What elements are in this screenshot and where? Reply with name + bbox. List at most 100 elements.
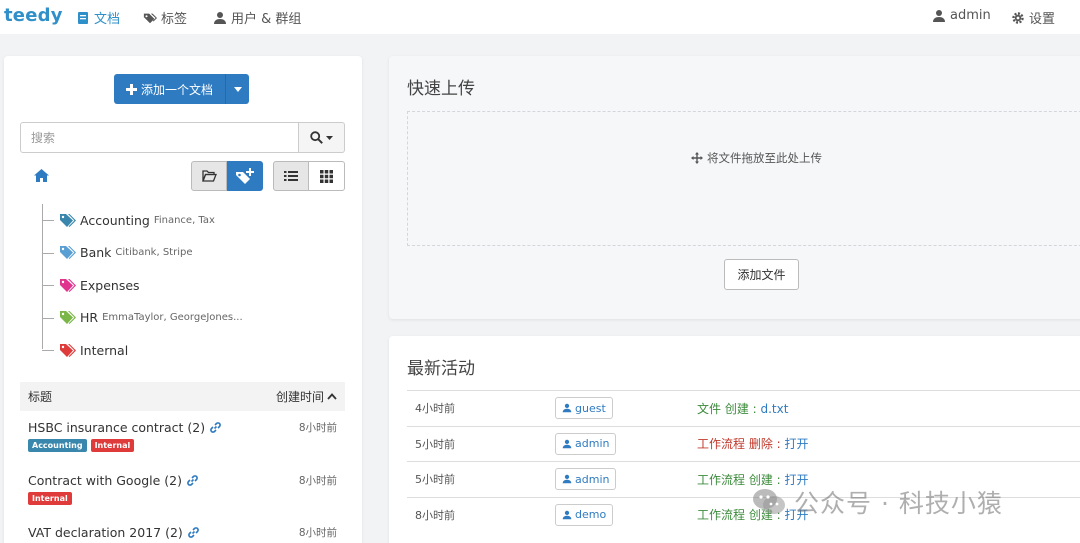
nav-user-account[interactable]: admin: [932, 8, 991, 23]
nav-documents-label: 文档: [94, 12, 121, 27]
search-bar: [20, 122, 345, 153]
tag-add-icon: [235, 168, 254, 184]
tag-item-bank[interactable]: Bank Citibank, Stripe: [38, 237, 338, 270]
caret-down-icon: [326, 135, 333, 140]
document-title: Contract with Google (2): [28, 473, 182, 488]
document-title: VAT declaration 2017 (2): [28, 525, 183, 540]
add-document-button[interactable]: 添加一个文档: [114, 74, 227, 104]
nav-username: admin: [950, 8, 991, 23]
link-icon: [210, 422, 221, 433]
tree-mode-toggle: [191, 161, 263, 191]
activity-time: 4小时前: [415, 402, 455, 416]
tag-icon: [60, 213, 76, 227]
user-chip[interactable]: admin: [555, 468, 617, 491]
document-row[interactable]: HSBC insurance contract (2) 8小时前 Account…: [20, 420, 345, 452]
link-icon: [187, 527, 199, 538]
nav-settings-label: 设置: [1029, 12, 1056, 27]
tag-name: Expenses: [80, 277, 140, 293]
document-created-time: 8小时前: [298, 422, 337, 434]
document-title: HSBC insurance contract (2): [28, 420, 206, 435]
tags-icon: [143, 13, 157, 23]
grid-view-button[interactable]: [309, 161, 345, 191]
list-icon: [284, 171, 298, 181]
file-dropzone[interactable]: 将文件拖放至此处上传: [407, 111, 1080, 246]
nav-users-groups-label: 用户 & 群组: [231, 12, 302, 27]
tag-item-expenses[interactable]: Expenses: [38, 269, 338, 302]
chevron-up-icon: [327, 393, 337, 400]
sidebar-panel: 添加一个文档 Accounting: [4, 56, 362, 543]
user-chip-name: admin: [575, 437, 610, 451]
user-chip[interactable]: admin: [555, 432, 617, 455]
user-chip[interactable]: guest: [555, 397, 613, 420]
tag-item-internal[interactable]: Internal: [38, 334, 338, 367]
list-mode-toggle: [273, 161, 345, 191]
search-input[interactable]: [20, 122, 299, 153]
document-row[interactable]: VAT declaration 2017 (2) 8小时前: [20, 525, 345, 540]
add-document-dropdown-toggle[interactable]: [226, 74, 250, 104]
link-icon: [187, 475, 198, 486]
user-icon: [214, 11, 226, 24]
activity-time: 5小时前: [415, 473, 455, 487]
tag-badge: Internal: [28, 492, 72, 505]
activity-row: 5小时前 admin 工作流程 删除 : 打开: [407, 425, 1080, 462]
user-chip[interactable]: demo: [555, 503, 614, 526]
activity-row: 4小时前 guest 文件 创建 : d.txt: [407, 390, 1080, 426]
quick-upload-panel: 快速上传 将文件拖放至此处上传 添加文件: [389, 56, 1080, 319]
nav-documents[interactable]: 文档: [76, 8, 120, 27]
document-list-header: 标题 创建时间: [20, 382, 345, 411]
tag-item-accounting[interactable]: Accounting Finance, Tax: [38, 204, 338, 237]
nav-users-groups[interactable]: 用户 & 群组: [213, 8, 301, 27]
user-icon: [562, 510, 572, 520]
folder-view-button[interactable]: [191, 161, 227, 191]
home-icon[interactable]: [34, 169, 49, 182]
tag-icon: [60, 311, 76, 325]
nav-tags-label: 标签: [161, 12, 188, 27]
search-options-button[interactable]: [299, 122, 345, 153]
list-view-button[interactable]: [273, 161, 309, 191]
activity-description: 文件 创建 : d.txt: [697, 400, 788, 417]
nav-settings[interactable]: 设置: [1011, 8, 1055, 27]
add-document-button-group: 添加一个文档: [114, 74, 250, 104]
activity-time: 8小时前: [415, 508, 455, 522]
nav-tags[interactable]: 标签: [143, 8, 187, 27]
grid-icon: [320, 169, 333, 183]
user-icon: [933, 9, 945, 22]
tag-name: HR: [80, 310, 99, 326]
tag-badge: Accounting: [28, 439, 87, 452]
search-icon: [310, 131, 323, 144]
column-title-header[interactable]: 标题: [28, 388, 52, 405]
add-file-button[interactable]: 添加文件: [724, 259, 799, 290]
user-chip-name: guest: [575, 401, 606, 415]
tag-name: Bank: [80, 245, 112, 261]
dropzone-text: 将文件拖放至此处上传: [707, 151, 822, 165]
user-icon: [562, 474, 572, 484]
plus-icon: [126, 83, 137, 95]
activity-description: 工作流程 删除 : 打开: [697, 435, 809, 452]
column-created-header[interactable]: 创建时间: [276, 388, 337, 405]
activity-action: 文件 创建 :: [697, 401, 761, 416]
gear-icon: [1012, 11, 1024, 24]
document-row[interactable]: Contract with Google (2) 8小时前 Internal: [20, 473, 345, 505]
tag-manage-button[interactable]: [227, 161, 263, 191]
top-navbar: teedy 文档 标签 用户 & 群组 admin 设置: [0, 0, 1080, 34]
latest-activity-title: 最新活动: [407, 359, 475, 379]
activity-target-link[interactable]: 打开: [785, 437, 809, 451]
caret-down-icon: [233, 86, 242, 92]
tag-tree: Accounting Finance, Tax Bank Citibank, S…: [38, 204, 338, 367]
brand-logo[interactable]: teedy: [4, 5, 63, 26]
watermark-text: 公众号 · 科技小猿: [794, 489, 1003, 518]
activity-target-link[interactable]: d.txt: [761, 402, 789, 416]
add-document-label: 添加一个文档: [141, 82, 214, 97]
tag-children: Finance, Tax: [153, 214, 215, 226]
tag-badge: Internal: [90, 439, 135, 452]
document-icon: [78, 11, 88, 24]
activity-action: 工作流程 删除 :: [697, 437, 785, 452]
quick-upload-title: 快速上传: [407, 79, 475, 99]
user-chip-name: admin: [575, 472, 610, 486]
activity-time: 5小时前: [415, 437, 455, 451]
tag-item-hr[interactable]: HR EmmaTaylor, GeorgeJones...: [38, 302, 338, 335]
tag-name: Internal: [80, 342, 129, 358]
tag-name: Accounting: [80, 212, 150, 228]
tag-icon: [60, 278, 76, 292]
user-icon: [562, 439, 572, 449]
